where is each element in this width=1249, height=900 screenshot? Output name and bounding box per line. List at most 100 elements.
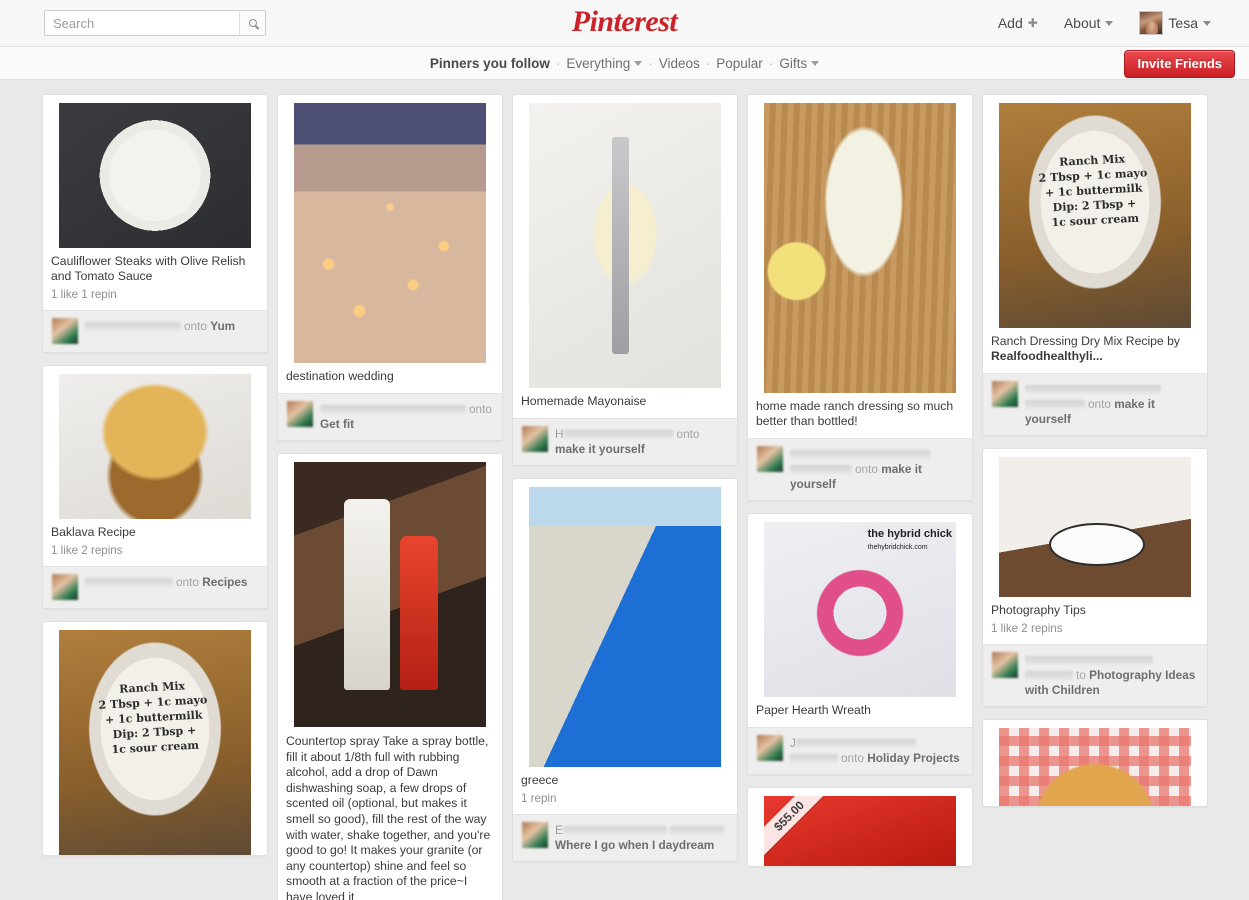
pin-card[interactable]: Photography Tips 1 like 2 repins to Photog…	[982, 448, 1208, 707]
pin-column-2: destination wedding onto Get fit Counterto…	[277, 94, 512, 900]
pinner-avatar[interactable]	[52, 318, 78, 344]
pinner-avatar[interactable]	[522, 426, 548, 452]
attribution-text: to Photography Ideas with Children	[1025, 652, 1198, 698]
board-name-link[interactable]: Yum	[210, 319, 235, 333]
subnav-item-popular[interactable]: Popular	[716, 56, 763, 71]
search-box[interactable]	[44, 10, 266, 36]
user-menu[interactable]: Tesa	[1139, 11, 1211, 35]
subnav-separator: ·	[705, 55, 711, 71]
pin-card[interactable]: home made ranch dressing so much better …	[747, 94, 973, 501]
pin-columns: Cauliflower Steaks with Olive Relish and…	[0, 94, 1249, 900]
subnav-item-pinners-you-follow[interactable]: Pinners you follow	[430, 56, 550, 71]
pin-card[interactable]: Homemade Mayonaise Honto make it yourself	[512, 94, 738, 466]
about-menu[interactable]: About	[1064, 15, 1114, 31]
chevron-down-icon	[1105, 20, 1114, 26]
pin-card[interactable]: Cauliflower Steaks with Olive Relish and…	[42, 94, 268, 353]
pin-image: Ranch Mix 2 Tbsp + 1c mayo + 1c buttermilk…	[999, 103, 1191, 328]
pin-attribution[interactable]: EWhere I go when I daydream	[513, 814, 737, 861]
pin-description: Countertop spray Take a spray bottle, fi…	[286, 734, 491, 900]
subnav-separator: ·	[555, 55, 561, 71]
pin-image-ranch-mix-jar[interactable]: Ranch Mix 2 Tbsp + 1c mayo + 1c buttermilk…	[59, 630, 251, 855]
pin-image	[59, 374, 251, 519]
pin-card[interactable]: Ranch Mix 2 Tbsp + 1c mayo + 1c buttermilk…	[982, 94, 1208, 436]
pin-image-photography-tips[interactable]	[999, 457, 1191, 597]
image-watermark: the hybrid chick thehybridchick.com	[867, 528, 952, 551]
redacted-pinner-name	[320, 405, 466, 415]
redacted-pinner-name	[85, 578, 173, 588]
pinner-avatar[interactable]	[52, 574, 78, 600]
pin-image-home-made-ranch-dressing[interactable]	[764, 103, 956, 393]
subnav-item-label: Pinners you follow	[429, 55, 550, 71]
pin-image-cauliflower-steaks[interactable]	[59, 103, 251, 248]
pin-card[interactable]: greece 1 repin EWhere I go when I daydream	[512, 478, 738, 862]
pin-stats: 1 like 2 repins	[991, 622, 1063, 635]
pin-column-5: Ranch Mix 2 Tbsp + 1c mayo + 1c buttermilk…	[982, 94, 1217, 900]
board-name-link[interactable]: Recipes	[202, 575, 247, 589]
subnav-item-everything[interactable]: Everything	[566, 56, 643, 71]
pin-image-ranch-dressing-dry-mix[interactable]: Ranch Mix 2 Tbsp + 1c mayo + 1c buttermilk…	[999, 103, 1191, 328]
handwritten-label: Ranch Mix 2 Tbsp + 1c mayo + 1c buttermilk…	[98, 679, 208, 757]
top-header-bar: Pinterest Add ✚ About Tesa	[0, 0, 1249, 47]
pin-image-countertop-spray[interactable]	[294, 462, 486, 727]
redacted-pinner-name	[1025, 656, 1153, 666]
subnav-item-videos[interactable]: Videos	[659, 56, 700, 71]
pin-attribution[interactable]: onto Recipes	[43, 566, 267, 608]
subnav-item-gifts[interactable]: Gifts	[779, 55, 820, 71]
pin-title: Cauliflower Steaks with Olive Relish and…	[51, 254, 246, 283]
about-label: About	[1063, 15, 1101, 31]
attribution-text: onto Recipes	[85, 574, 248, 590]
pin-board: Cauliflower Steaks with Olive Relish and…	[0, 80, 1249, 900]
pinner-avatar[interactable]	[757, 735, 783, 761]
pin-attribution[interactable]: Honto make it yourself	[513, 418, 737, 465]
add-menu[interactable]: Add ✚	[998, 15, 1038, 31]
pin-attribution[interactable]: onto make it yourself	[983, 373, 1207, 435]
pin-attribution[interactable]: onto Yum	[43, 310, 267, 352]
pin-card[interactable]: Countertop spray Take a spray bottle, fi…	[277, 453, 503, 900]
onto-label: onto	[184, 319, 211, 333]
subnav-item-label: Gifts	[779, 55, 808, 71]
pin-card[interactable]: the hybrid chick thehybridchick.com Paper …	[747, 513, 973, 775]
pin-card[interactable]	[982, 719, 1208, 807]
pin-image-red-bag[interactable]: $55.00	[764, 796, 956, 866]
pin-image-pie-gingham[interactable]	[999, 728, 1191, 806]
pin-card[interactable]: destination wedding onto Get fit	[277, 94, 503, 441]
pin-image-homemade-mayonaise[interactable]	[529, 103, 721, 388]
pin-image-baklava[interactable]	[59, 374, 251, 519]
pin-card[interactable]: Baklava Recipe 1 like 2 repins onto Recipe…	[42, 365, 268, 609]
pin-card[interactable]: Ranch Mix 2 Tbsp + 1c mayo + 1c buttermilk…	[42, 621, 268, 856]
pinner-avatar[interactable]	[992, 652, 1018, 678]
pin-attribution[interactable]: Jonto Holiday Projects	[748, 727, 972, 774]
search-input[interactable]	[45, 11, 239, 35]
pin-image-paper-hearth-wreath[interactable]: the hybrid chick thehybridchick.com	[764, 522, 956, 697]
pin-card[interactable]: $55.00	[747, 787, 973, 867]
board-name-link[interactable]: Where I go when I daydream	[555, 838, 714, 852]
pin-attribution[interactable]: onto Get fit	[278, 393, 502, 440]
attribution-text: Jonto Holiday Projects	[790, 735, 963, 766]
pin-attribution[interactable]: to Photography Ideas with Children	[983, 644, 1207, 706]
pinner-avatar[interactable]	[992, 381, 1018, 407]
attribution-text: onto make it yourself	[1025, 381, 1198, 427]
pin-attribution[interactable]: onto make it yourself	[748, 438, 972, 500]
pinner-avatar[interactable]	[522, 822, 548, 848]
onto-label: onto	[469, 402, 492, 416]
board-name-link[interactable]: make it yourself	[555, 442, 645, 456]
pin-stats: 1 like 1 repin	[51, 288, 117, 301]
pin-image-destination-wedding[interactable]	[294, 103, 486, 363]
chevron-down-icon	[811, 60, 820, 66]
pin-title: destination wedding	[286, 369, 394, 383]
search-button[interactable]	[239, 11, 265, 35]
pinterest-logo[interactable]: Pinterest	[572, 5, 678, 39]
invite-friends-button[interactable]: Invite Friends	[1124, 50, 1235, 78]
pin-image-greece[interactable]	[529, 487, 721, 767]
pinner-avatar[interactable]	[287, 401, 313, 427]
pinner-avatar[interactable]	[757, 446, 783, 472]
pin-column-4: home made ranch dressing so much better …	[747, 94, 982, 900]
board-name-link[interactable]: Holiday Projects	[867, 751, 959, 765]
header-right-nav: Add ✚ About Tesa	[998, 11, 1211, 35]
pinner-name-initial: H	[555, 427, 564, 441]
pin-column-1: Cauliflower Steaks with Olive Relish and…	[42, 94, 277, 900]
handwritten-label: Ranch Mix 2 Tbsp + 1c mayo + 1c buttermilk…	[1038, 152, 1148, 230]
board-name-link[interactable]: Get fit	[320, 417, 354, 431]
onto-label: onto	[841, 751, 868, 765]
